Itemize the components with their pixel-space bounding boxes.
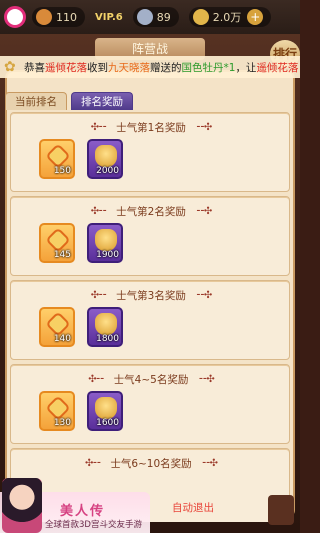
- orange-chest-item[interactable]: 130: [39, 391, 75, 431]
- add-coin-button[interactable]: +: [247, 9, 264, 25]
- reward-title: 士气6~10名奖励: [110, 457, 192, 470]
- silver-icon: [136, 9, 153, 25]
- chest-icon: [45, 311, 71, 337]
- ornament-right-icon: ⁃⁃✣: [195, 121, 212, 133]
- gold-bag-icon: [95, 145, 117, 167]
- ad-character-image: [2, 478, 42, 533]
- gold-bag-icon: [95, 313, 117, 335]
- reward-title: 士气4~5名奖励: [113, 373, 189, 386]
- gold-bag-item[interactable]: 1600: [87, 391, 123, 431]
- reward-list[interactable]: ✣⁃⁃ 士气第1名奖励 ⁃⁃✣ 150 2000 ✣⁃⁃ 士气第2名奖励 ⁃⁃✣…: [10, 112, 290, 522]
- gold-bag-item[interactable]: 1800: [87, 307, 123, 347]
- coin-icon: [192, 9, 209, 25]
- ornament-right-icon: ⁃⁃✣: [195, 205, 212, 217]
- reward-card: ✣⁃⁃ 士气4~5名奖励 ⁃⁃✣ 130 1600: [10, 364, 290, 444]
- chest-icon: [45, 395, 71, 421]
- reward-title: 士气第3名奖励: [116, 289, 186, 302]
- gold-bag-item[interactable]: 2000: [87, 139, 123, 179]
- resource-3: 2.0万 +: [188, 7, 272, 27]
- announcement-marquee: ✿ 恭喜 遥倾花落 收到 九天晓落 赠送的 国色牡丹*1 ，让 遥倾花落: [0, 56, 300, 78]
- ornament-right-icon: ⁃⁃✣: [201, 457, 218, 469]
- auto-exit-label[interactable]: 自动退出: [172, 500, 214, 515]
- ornament-left-icon: ✣⁃⁃: [88, 373, 104, 385]
- resource-1: 110: [32, 7, 85, 27]
- tab-bar: 当前排名 排名奖励: [5, 92, 133, 110]
- reward-card: ✣⁃⁃ 士气第3名奖励 ⁃⁃✣ 140 1800: [10, 280, 290, 360]
- tab-current-ranking[interactable]: 当前排名: [5, 92, 67, 110]
- ornament-right-icon: ⁃⁃✣: [198, 373, 214, 385]
- chest-icon: [45, 227, 71, 253]
- orange-chest-item[interactable]: 150: [39, 139, 75, 179]
- top-status-bar: 110 VIP.6 89 2.0万 +: [0, 0, 300, 34]
- flower-icon: ✿: [4, 59, 16, 75]
- ornament-left-icon: ✣⁃⁃: [90, 289, 107, 301]
- reward-card: ✣⁃⁃ 士气第2名奖励 ⁃⁃✣ 145 1900: [10, 196, 290, 276]
- ornament-left-icon: ✣⁃⁃: [90, 121, 107, 133]
- corner-ornament: [268, 495, 294, 525]
- ornament-right-icon: ⁃⁃✣: [195, 289, 212, 301]
- gold-bag-icon: [95, 229, 117, 251]
- gold-bag-item[interactable]: 1900: [87, 223, 123, 263]
- vip-level[interactable]: VIP.6: [95, 7, 123, 27]
- reward-title: 士气第2名奖励: [116, 205, 186, 218]
- chest-icon: [45, 143, 71, 169]
- app-badge-icon: [4, 6, 26, 28]
- ornament-left-icon: ✣⁃⁃: [84, 457, 101, 469]
- ad-title: 美人传: [60, 504, 106, 519]
- orange-chest-item[interactable]: 145: [39, 223, 75, 263]
- ad-subtitle: 全球首款3D宫斗交友手游: [45, 520, 142, 530]
- gold-bag-icon: [95, 397, 117, 419]
- resource-2: 89: [132, 7, 179, 27]
- stamina-icon: [36, 9, 52, 25]
- reward-card: ✣⁃⁃ 士气第1名奖励 ⁃⁃✣ 150 2000: [10, 112, 290, 192]
- reward-title: 士气第1名奖励: [116, 121, 186, 134]
- orange-chest-item[interactable]: 140: [39, 307, 75, 347]
- ornament-left-icon: ✣⁃⁃: [90, 205, 107, 217]
- tab-ranking-rewards[interactable]: 排名奖励: [71, 92, 133, 110]
